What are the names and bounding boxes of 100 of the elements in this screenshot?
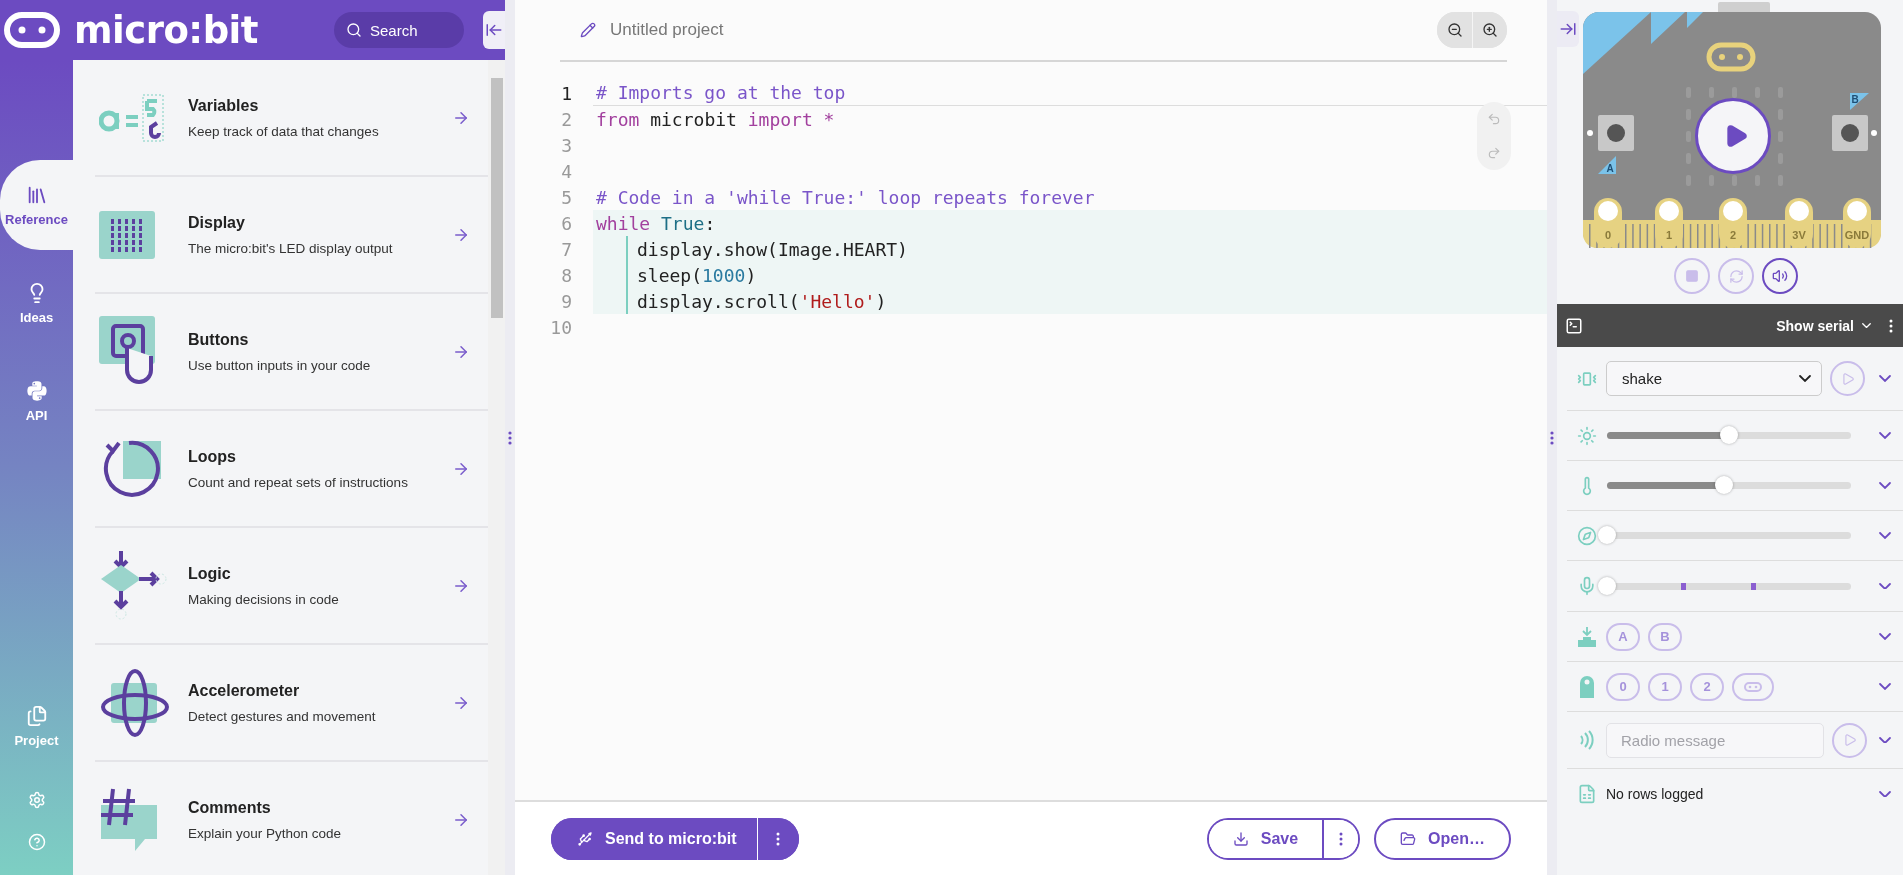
- button-label: A: [1606, 163, 1614, 174]
- more-icon: [776, 831, 781, 846]
- code-line: # Imports go at the top: [596, 82, 846, 103]
- item-description: Use button inputs in your code: [188, 357, 372, 373]
- speaker-icon: [1772, 268, 1788, 284]
- collapse-sidebar-button[interactable]: [483, 11, 505, 49]
- reset-icon: [1728, 268, 1744, 284]
- line-number: 5: [560, 186, 572, 208]
- chevron-icon: [1879, 482, 1891, 489]
- line-number: 8: [560, 264, 572, 286]
- item-title: Comments: [188, 798, 272, 817]
- logo-icon: [1744, 681, 1762, 692]
- play-icon: [1840, 371, 1855, 386]
- threshold-marker[interactable]: [1680, 582, 1686, 590]
- expand-button[interactable]: [1879, 736, 1891, 744]
- code-line: sleep(1000): [637, 264, 757, 286]
- terminal-icon: [1565, 316, 1583, 335]
- flowchart-icon: [99, 550, 167, 621]
- collapse-simulator-button[interactable]: [1557, 11, 1579, 47]
- chevron-icon: [1879, 375, 1891, 382]
- expand-button[interactable]: [1879, 482, 1891, 489]
- brand-name: micro:bit: [74, 8, 258, 52]
- nav-tab[interactable]: Ideas: [0, 258, 73, 348]
- zoom-out-icon: [1446, 22, 1463, 38]
- item-title: Display: [188, 213, 246, 232]
- nav-tab[interactable]: Reference: [0, 160, 73, 250]
- button-label: B: [1851, 94, 1859, 105]
- stop-icon: [1685, 269, 1699, 283]
- reference-item[interactable]: Buttons Use button inputs in your code: [95, 294, 488, 411]
- item-title: Accelerometer: [188, 681, 301, 700]
- line-number: 9: [560, 290, 572, 312]
- slider-thumb[interactable]: [1598, 526, 1616, 544]
- item-description: Explain your Python code: [188, 825, 343, 841]
- resize-handle-icon[interactable]: [508, 430, 512, 445]
- usb-icon: [577, 830, 593, 847]
- chevron-icon: [1879, 736, 1891, 744]
- chevron-icon: [1879, 532, 1891, 539]
- item-description: Keep track of data that changes: [188, 123, 380, 139]
- slider-thumb[interactable]: [1598, 576, 1616, 595]
- more-icon: [1339, 831, 1344, 846]
- reference-item[interactable]: Display The micro:bit's LED display output: [95, 177, 488, 294]
- settings-icon: [27, 791, 46, 809]
- item-title: Logic: [188, 564, 232, 583]
- item-description: Making decisions in code: [188, 591, 340, 607]
- search-icon: [346, 22, 362, 38]
- code-line: display.scroll('Hello'): [637, 290, 887, 312]
- pin-label: 3V: [1792, 229, 1806, 241]
- pin-label: 1: [1665, 229, 1673, 241]
- resize-handle-icon[interactable]: [1550, 430, 1554, 445]
- line-number: 1: [560, 82, 572, 104]
- expand-button[interactable]: [1879, 375, 1891, 382]
- slider-thumb[interactable]: [1715, 476, 1734, 494]
- save-menu-button[interactable]: [1322, 819, 1359, 858]
- code-line: while True:: [596, 212, 716, 234]
- sound-button[interactable]: [1762, 258, 1798, 294]
- send-menu-button[interactable]: [756, 817, 799, 860]
- python-icon: [25, 379, 48, 402]
- line-number: 10: [549, 316, 572, 338]
- slider-thumb[interactable]: [1720, 426, 1738, 444]
- hashtag-speech-icon: [99, 786, 159, 853]
- search-field[interactable]: Search: [334, 12, 464, 48]
- expand-button[interactable]: [1879, 432, 1891, 439]
- edit-icon: [580, 22, 596, 38]
- line-number: 3: [560, 134, 572, 156]
- item-title: Variables: [188, 96, 260, 115]
- code-line: display.show(Image.HEART): [637, 238, 908, 260]
- item-title: Loops: [188, 447, 237, 466]
- line-number: 2: [560, 108, 572, 130]
- pin-label: 0: [1604, 229, 1612, 241]
- chevron-icon: [1879, 633, 1891, 640]
- line-number: 4: [560, 160, 572, 182]
- line-number: 7: [560, 238, 572, 260]
- item-description: Count and repeat sets of instructions: [188, 474, 409, 490]
- reference-item[interactable]: Accelerometer Detect gestures and movement: [95, 645, 488, 762]
- chevron-icon: [1879, 582, 1891, 590]
- zoom-in-button[interactable]: [1472, 12, 1507, 48]
- scrollbar[interactable]: [488, 60, 505, 875]
- expand-button[interactable]: [1879, 582, 1891, 590]
- expand-button[interactable]: [1879, 532, 1891, 539]
- reference-item[interactable]: Comments Explain your Python code: [95, 762, 488, 875]
- chevron-icon: [1879, 790, 1891, 798]
- expand-button[interactable]: [1879, 683, 1891, 690]
- expand-button[interactable]: [1879, 790, 1891, 798]
- rotation-icon: [99, 666, 171, 739]
- files-icon: [25, 704, 48, 727]
- collapse-icon: [1559, 20, 1577, 38]
- download-icon: [1232, 830, 1249, 847]
- chevron-icon: [1862, 322, 1871, 329]
- reference-item[interactable]: Loops Count and repeat sets of instructions: [95, 411, 488, 528]
- expand-button[interactable]: [1879, 633, 1891, 640]
- nav-tab[interactable]: API: [0, 356, 73, 446]
- caret-icon: [1799, 375, 1811, 382]
- show-serial-button[interactable]: Show serial: [1770, 316, 1877, 335]
- threshold-marker[interactable]: [1751, 582, 1757, 590]
- open-button[interactable]: Open…: [1374, 817, 1511, 860]
- chevron-icon: [1879, 432, 1891, 439]
- folder-icon: [1400, 830, 1417, 847]
- project-title[interactable]: Untitled project: [610, 20, 724, 40]
- radio-waves-icon: [1578, 730, 1595, 750]
- sun-icon: [1576, 425, 1597, 446]
